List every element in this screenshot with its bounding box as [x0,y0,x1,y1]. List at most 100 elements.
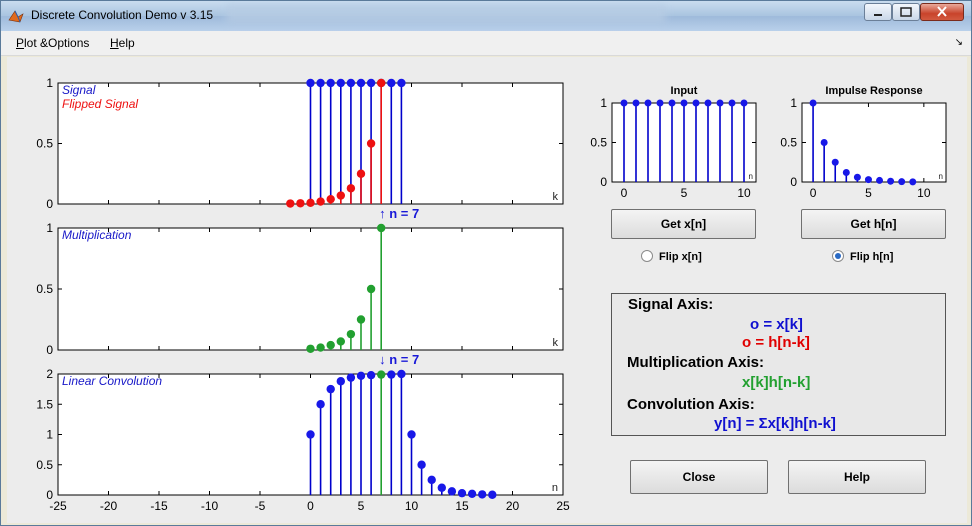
stem-marker [407,430,416,439]
stem-marker [356,78,366,88]
stem-marker [366,371,376,380]
y-tick-label: 2 [46,367,53,381]
stem-marker [326,340,335,350]
stem-marker [704,99,712,107]
stem-marker [346,329,356,339]
n-marker: ↓ n = 7 [379,352,419,367]
stem-marker [387,78,396,88]
stem-marker [478,490,487,499]
stem-marker [296,199,305,208]
stem-marker [306,78,315,88]
y-tick-label: 1.5 [36,397,53,411]
x-tick-label: 15 [455,499,469,513]
stem-marker [820,139,828,146]
stem-marker [488,490,497,499]
y-tick-label: 1 [600,96,607,110]
x-tick-label: 0 [621,186,628,200]
stem-marker [336,377,345,386]
stem-marker [336,337,345,346]
plots-layer: 0 0.5 1 k SignalFlipped Signal ↑ n = 7 0 0.5 1 k… [36,76,947,513]
app-window: Discrete Convolution Demo v 3.15 Plot &O… [0,0,972,526]
stem-marker [336,78,345,88]
stem-marker [644,99,652,107]
y-tick-label: 0.5 [780,136,797,150]
flip-h-radio[interactable]: Flip h[n] [832,250,893,263]
stem-marker [397,78,406,88]
input-axis[interactable]: 00.510 5 10nInput [590,85,757,200]
stem-marker [898,178,906,186]
axis-legend-panel: Signal Axis: o = x[k] o = h[n-k] Multipl… [611,293,946,436]
x-axis-label: k [553,337,559,349]
plot-area [57,227,564,351]
x-tick-label: 0 [307,499,314,513]
convolution-axis[interactable]: 00.511.52-25 -20 -15 -10 -5 0 5 10 15 20 25nLinear… [36,367,570,513]
mult-axis-heading: Multiplication Axis: [627,354,764,371]
stem-marker [853,173,861,181]
stem-marker [377,78,386,88]
stem-marker [427,475,436,485]
stem-marker [716,99,724,107]
stem-marker [356,169,366,178]
signal-axis[interactable]: 0 0.5 1 k SignalFlipped Signal ↑ n = 7 [36,76,564,221]
conv-legend-line: y[n] = Σx[k]h[n-k] [714,415,836,432]
stem-marker [316,400,325,409]
mult-legend-line: x[k]h[n-k] [742,374,811,391]
get-x-button[interactable]: Get x[n] [611,209,756,239]
stem-marker [316,343,325,352]
y-tick-label: 0 [600,175,607,189]
stem-marker [316,78,325,88]
y-tick-label: 1 [790,96,797,110]
stem-marker [306,430,315,439]
stem-marker [457,488,467,498]
stem-marker [366,284,376,294]
y-tick-label: 1 [46,428,53,442]
n-marker: ↑ n = 7 [379,206,419,221]
multiplication-axis[interactable]: 0 0.5 1 k Multiplication ↓ n = 7 [36,221,564,367]
get-h-button[interactable]: Get h[n] [801,209,946,239]
stem-marker [346,373,356,382]
stem-marker [326,194,335,204]
stem-marker [346,78,356,88]
x-tick-label: 10 [737,186,751,200]
flip-x-radio-dot[interactable] [641,250,653,262]
x-tick-label: -25 [49,499,67,513]
x-tick-label: 5 [865,186,872,200]
x-tick-label: 10 [405,499,419,513]
x-axis-label: n [939,172,943,181]
stem-marker [842,169,850,177]
x-axis-label: n [749,172,753,181]
x-tick-label: -20 [100,499,118,513]
stem-marker [366,139,376,148]
y-tick-label: 0.5 [36,282,53,296]
stem-marker [377,223,386,233]
legend-entry: Multiplication [62,228,132,242]
flip-x-radio[interactable]: Flip x[n] [641,250,702,263]
stem-marker [366,78,376,88]
stem-marker [680,99,688,107]
stem-marker [620,99,628,107]
y-tick-label: 0.5 [590,136,607,150]
x-axis-label: k [553,191,559,203]
stem-marker [397,369,406,379]
signal-legend-line: o = x[k] [750,316,803,333]
stem-marker [316,197,325,206]
y-tick-label: 0 [46,343,53,357]
signal-axis-heading: Signal Axis: [628,296,714,313]
flip-h-label: Flip h[n] [850,251,894,263]
y-tick-label: 1 [46,76,53,90]
y-tick-label: 0 [46,197,53,211]
help-button[interactable]: Help [788,460,926,494]
impulse-axis[interactable]: 00.510 5 10nImpulse Response [780,85,947,200]
close-button[interactable]: Close [630,460,768,494]
x-tick-label: 20 [506,499,520,513]
y-tick-label: 0 [790,175,797,189]
chart-title: Input [671,85,698,97]
stem-marker [437,483,446,492]
x-tick-label: 25 [556,499,570,513]
stem-marker [740,99,748,107]
stem-marker [887,177,895,185]
stem-marker [876,176,884,184]
flip-h-radio-dot[interactable] [832,250,844,262]
x-tick-label: 10 [917,186,931,200]
stem-marker [467,489,477,498]
